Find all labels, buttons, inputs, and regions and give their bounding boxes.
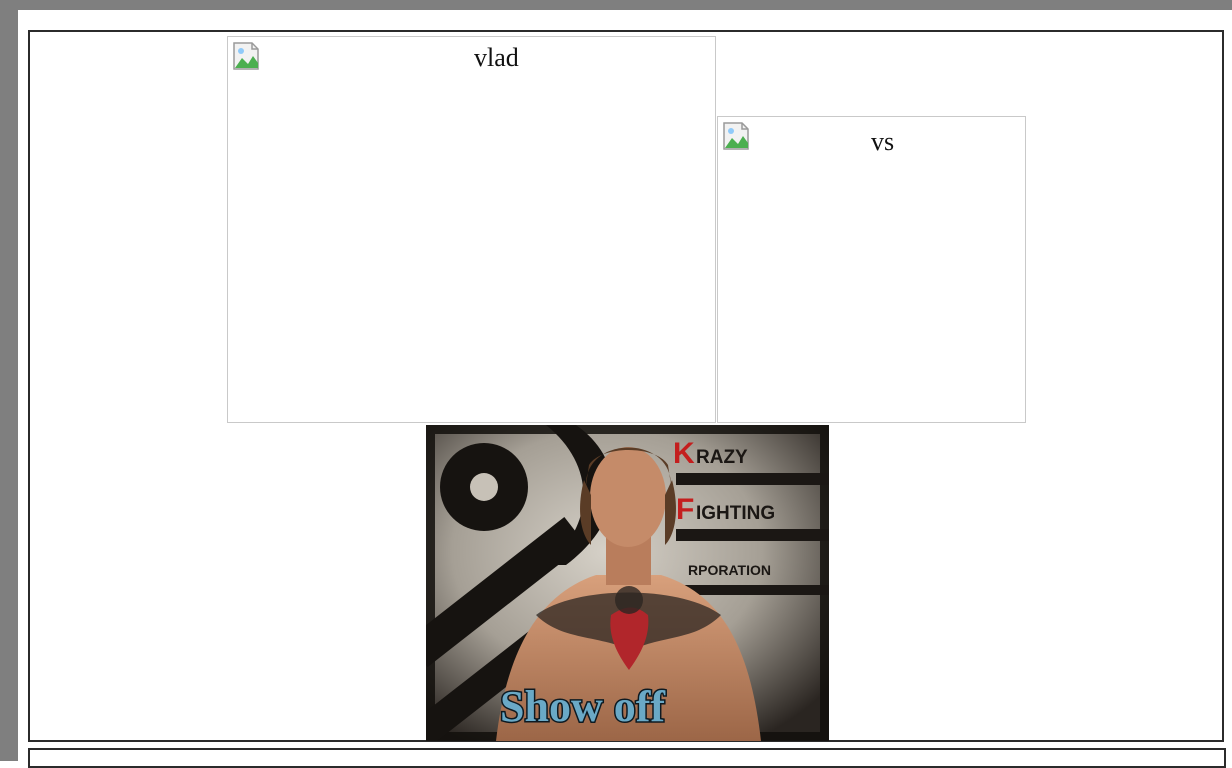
brand-line-3: RPORATION [688, 562, 771, 578]
second-table [28, 748, 1226, 768]
poster-caption: Show off [500, 682, 666, 731]
brand-line-2: IGHTING [696, 503, 775, 524]
brand-k-letter: K [673, 437, 695, 470]
image-vlad[interactable]: vlad [227, 36, 716, 423]
image-alt-text: vlad [474, 43, 519, 72]
broken-image-icon [233, 42, 259, 70]
brand-f-letter: F [676, 493, 694, 526]
image-vs[interactable]: vs [717, 116, 1026, 423]
poster-image[interactable]: K RAZY F IGHTING RPORATION Show off [426, 425, 829, 741]
brand-line-1: RAZY [696, 447, 748, 468]
poster-graphic: K RAZY F IGHTING RPORATION Show off [426, 425, 829, 741]
broken-image-icon [723, 122, 749, 150]
image-alt-text: vs [871, 127, 895, 156]
